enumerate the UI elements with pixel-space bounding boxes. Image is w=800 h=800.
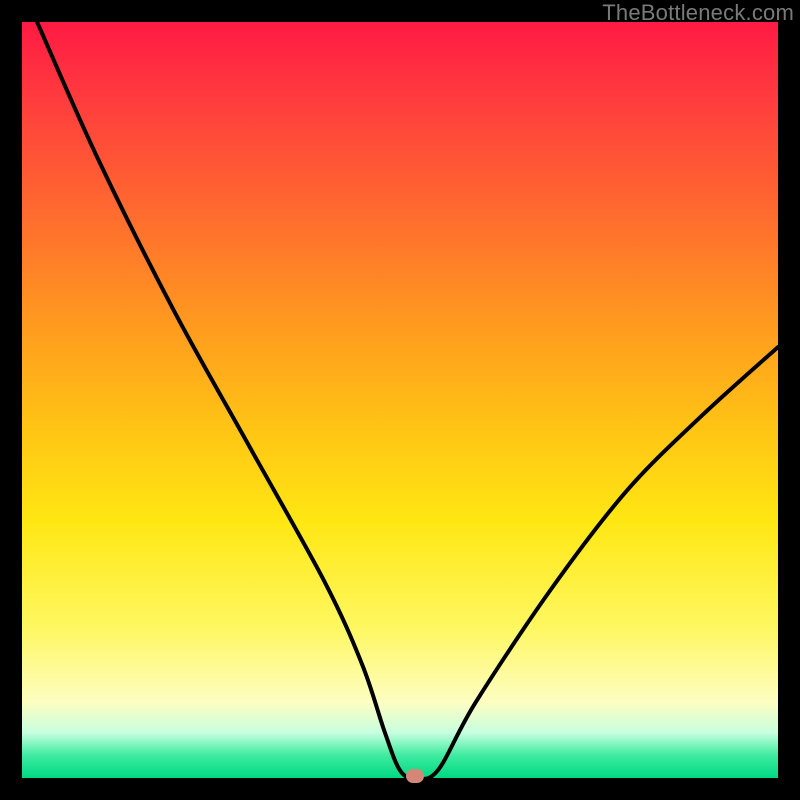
- curve-path: [37, 22, 778, 778]
- min-point-marker: [406, 769, 424, 783]
- attribution-text: TheBottleneck.com: [602, 0, 794, 26]
- chart-frame: TheBottleneck.com: [0, 0, 800, 800]
- chart-plot-area: [22, 22, 778, 778]
- bottleneck-curve: [22, 22, 778, 778]
